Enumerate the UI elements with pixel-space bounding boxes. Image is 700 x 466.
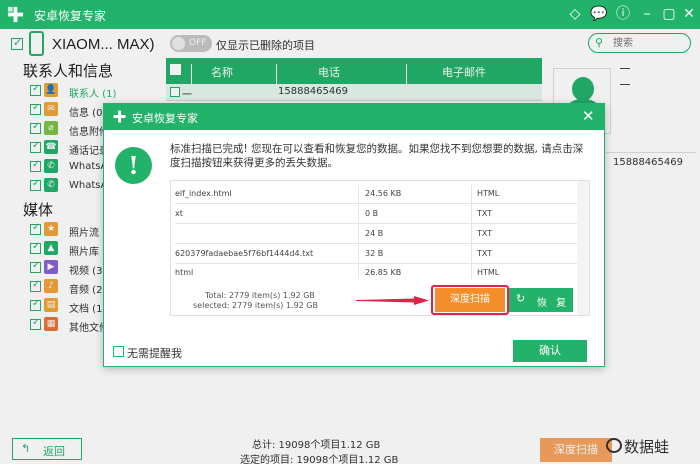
- scrollbar[interactable]: [577, 181, 589, 315]
- file-type: TXT: [477, 229, 493, 238]
- file-size: 26.85 KB: [365, 268, 402, 277]
- app-title: 安卓恢复专家: [34, 9, 107, 23]
- file-size: 32 B: [365, 249, 384, 258]
- file-name: 620379fadaebae5f76bf1444d4.txt: [175, 249, 314, 258]
- close-icon[interactable]: ✕: [680, 5, 698, 23]
- file-size: 24.56 KB: [365, 189, 402, 198]
- file-type: HTML: [477, 268, 500, 277]
- file-row[interactable]: elf_index.html 24.56 KB HTML: [175, 185, 577, 204]
- app-logo-icon: [7, 6, 24, 23]
- column-divider: [358, 185, 359, 279]
- dialog-message: 标准扫描已完成! 您现在可以查看和恢复您的数据。如果您找不到您想要的数据, 请点…: [170, 143, 584, 169]
- maximize-icon[interactable]: ▢: [660, 5, 678, 23]
- file-row[interactable]: xt 0 B TXT: [175, 205, 577, 224]
- red-arrow-icon: [356, 296, 429, 305]
- scan-total: Total: 2779 item(s) 1.92 GB: [205, 291, 315, 300]
- file-name: xt: [175, 209, 183, 218]
- file-name: elf_index.html: [175, 189, 232, 198]
- file-name: html: [175, 268, 194, 277]
- dialog-close-icon[interactable]: ✕: [582, 107, 595, 125]
- scan-selected: selected: 2779 item(s) 1.92 GB: [193, 301, 318, 310]
- file-row[interactable]: 24 B TXT: [175, 225, 577, 244]
- column-divider: [471, 185, 472, 279]
- confirm-button[interactable]: 确认: [513, 340, 587, 362]
- file-type: HTML: [477, 189, 500, 198]
- chat-icon[interactable]: 💬: [590, 5, 608, 23]
- diamond-icon[interactable]: ◇: [566, 5, 584, 23]
- dialog-title: 安卓恢复专家: [132, 112, 198, 125]
- recover-icon: ↻: [516, 292, 526, 305]
- scan-complete-dialog: 安卓恢复专家 ✕ ! 标准扫描已完成! 您现在可以查看和恢复您的数据。如果您找不…: [103, 103, 605, 367]
- title-bar: 安卓恢复专家 ◇ 💬 ⓘ – ▢ ✕: [0, 0, 700, 29]
- file-size: 0 B: [365, 209, 379, 218]
- info-icon[interactable]: ⓘ: [614, 5, 632, 23]
- file-size: 24 B: [365, 229, 384, 238]
- dialog-header: 安卓恢复专家 ✕: [104, 104, 604, 130]
- dont-remind-label[interactable]: 无需提醒我: [127, 345, 182, 361]
- recover-button[interactable]: ↻ 恢 复: [509, 288, 573, 312]
- scan-results-panel: elf_index.html 24.56 KB HTML xt 0 B TXT …: [170, 180, 590, 316]
- recover-label: 恢 复: [537, 298, 570, 309]
- minimize-icon[interactable]: –: [638, 5, 656, 23]
- file-row[interactable]: html 26.85 KB HTML: [175, 265, 577, 279]
- dont-remind-checkbox[interactable]: [113, 346, 124, 357]
- file-type: TXT: [477, 209, 493, 218]
- app-logo-icon: [113, 110, 126, 123]
- file-row[interactable]: 620379fadaebae5f76bf1444d4.txt 32 B TXT: [175, 245, 577, 264]
- deep-scan-button[interactable]: 深度扫描: [435, 288, 505, 312]
- info-icon: !: [115, 147, 152, 184]
- file-type: TXT: [477, 249, 493, 258]
